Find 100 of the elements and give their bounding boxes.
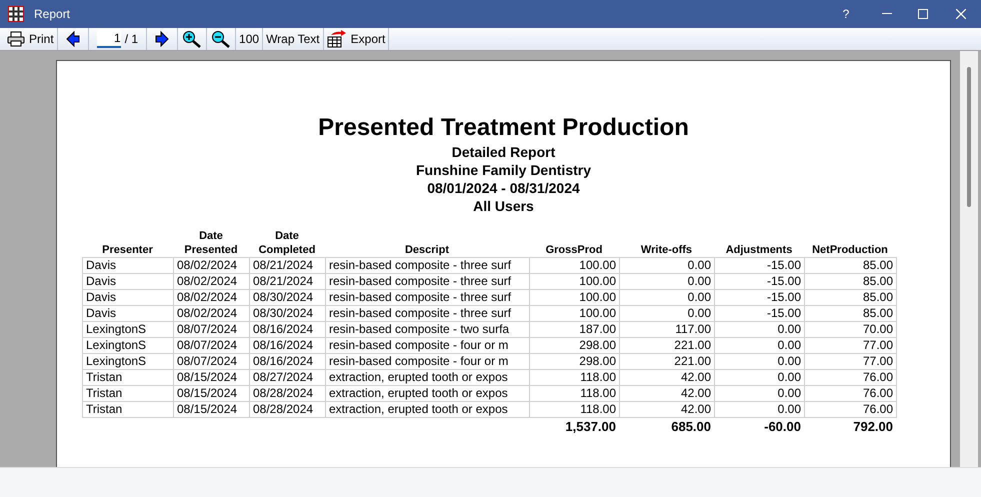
table-cell: Tristan: [83, 386, 174, 401]
table-cell: 118.00: [530, 386, 620, 401]
table-cell: 0.00: [715, 402, 805, 417]
close-icon: [956, 9, 966, 19]
table-cell: resin-based composite - four or m: [326, 354, 530, 369]
spreadsheet-export-icon: [326, 30, 347, 48]
table-cell: resin-based composite - four or m: [326, 338, 530, 353]
maximize-icon: [918, 9, 928, 19]
report-subtitle: Detailed Report: [452, 143, 556, 161]
table-cell: 117.00: [620, 322, 715, 337]
table-cell: 0.00: [715, 322, 805, 337]
table-cell: extraction, erupted tooth or expos: [326, 370, 530, 385]
table-cell: 0.00: [715, 338, 805, 353]
table-cell: Davis: [83, 258, 174, 273]
table-cell: 298.00: [530, 338, 620, 353]
column-header: Presenter: [102, 244, 153, 256]
table-cell: 298.00: [530, 354, 620, 369]
table-cell: Tristan: [83, 370, 174, 385]
report-subtitle: All Users: [473, 197, 534, 215]
table-cell: resin-based composite - three surf: [326, 306, 530, 321]
table-cell: 08/15/2024: [174, 402, 250, 417]
table-cell: 76.00: [805, 370, 897, 385]
right-arrow-icon: [155, 31, 170, 47]
zoom-in-icon: [182, 30, 202, 48]
table-cell: 0.00: [620, 258, 715, 273]
zoom-out-icon: [211, 30, 232, 48]
table-cell: -15.00: [715, 274, 805, 289]
table-cell: 08/07/2024: [174, 322, 250, 337]
table-cell: 0.00: [715, 386, 805, 401]
total-value: 685.00: [671, 419, 711, 434]
scrollbar-thumb[interactable]: [967, 67, 971, 207]
column-header: NetProduction: [812, 244, 888, 256]
table-cell: resin-based composite - three surf: [326, 258, 530, 273]
table-cell: 0.00: [620, 306, 715, 321]
table-cell: Davis: [83, 290, 174, 305]
table-cell: 08/02/2024: [174, 306, 250, 321]
table-cell: -15.00: [715, 258, 805, 273]
table-cell: 118.00: [530, 402, 620, 417]
report-subtitle: 08/01/2024 - 08/31/2024: [427, 179, 580, 197]
total-value: 792.00: [853, 419, 893, 434]
table-cell: 08/21/2024: [250, 274, 326, 289]
table-cell: 100.00: [530, 274, 620, 289]
table-cell: -15.00: [715, 306, 805, 321]
table-cell: 08/30/2024: [250, 290, 326, 305]
column-header: Write-offs: [640, 244, 692, 256]
table-cell: 08/28/2024: [250, 402, 326, 417]
table-cell: -15.00: [715, 290, 805, 305]
column-header: Adjustments: [726, 244, 792, 256]
printer-icon: [7, 31, 25, 47]
table-cell: 85.00: [805, 290, 897, 305]
table-cell: 221.00: [620, 354, 715, 369]
column-header: Descript: [404, 244, 450, 256]
column-header: Date Presented: [184, 230, 238, 256]
table-cell: LexingtonS: [83, 322, 174, 337]
table-cell: 0.00: [715, 370, 805, 385]
table-cell: 100.00: [530, 290, 620, 305]
table-cell: 85.00: [805, 274, 897, 289]
table-cell: Tristan: [83, 402, 174, 417]
table-cell: resin-based composite - two surfa: [326, 322, 530, 337]
table-cell: extraction, erupted tooth or expos: [326, 402, 530, 417]
table-cell: 08/27/2024: [250, 370, 326, 385]
table-cell: 08/28/2024: [250, 386, 326, 401]
export-button[interactable]: Export: [324, 29, 388, 49]
table-cell: 08/15/2024: [174, 386, 250, 401]
table-cell: Davis: [83, 274, 174, 289]
table-cell: 118.00: [530, 370, 620, 385]
table-cell: 76.00: [805, 402, 897, 417]
table-cell: resin-based composite - three surf: [326, 274, 530, 289]
table-cell: 08/16/2024: [250, 322, 326, 337]
table-cell: 08/30/2024: [250, 306, 326, 321]
table-cell: resin-based composite - three surf: [326, 290, 530, 305]
table-cell: 08/16/2024: [250, 354, 326, 369]
table-cell: 08/07/2024: [174, 354, 250, 369]
toolbar-button[interactable]: Wrap Text: [263, 29, 323, 49]
minimize-icon: [882, 13, 892, 15]
page-total: / 1: [124, 31, 138, 48]
table-cell: extraction, erupted tooth or expos: [326, 386, 530, 401]
table-cell: Davis: [83, 306, 174, 321]
grid-app-icon: [8, 6, 24, 22]
toolbar-button[interactable]: 100: [236, 29, 262, 49]
column-header: GrossProd: [546, 244, 602, 256]
table-cell: 42.00: [620, 386, 715, 401]
table-cell: 42.00: [620, 402, 715, 417]
table-cell: 08/07/2024: [174, 338, 250, 353]
table-cell: 08/02/2024: [174, 258, 250, 273]
report-subtitle: Funshine Family Dentistry: [416, 161, 592, 179]
table-cell: 42.00: [620, 370, 715, 385]
report-title: Presented Treatment Production: [318, 113, 689, 143]
table-cell: 08/15/2024: [174, 370, 250, 385]
table-cell: 77.00: [805, 354, 897, 369]
print-button[interactable]: Print: [4, 29, 57, 49]
table-cell: 08/16/2024: [250, 338, 326, 353]
table-cell: 100.00: [530, 306, 620, 321]
table-cell: 0.00: [620, 274, 715, 289]
page-number-field[interactable]: 1: [96, 30, 121, 48]
table-cell: 0.00: [620, 290, 715, 305]
table-cell: 100.00: [530, 258, 620, 273]
table-cell: 70.00: [805, 322, 897, 337]
help-button[interactable]: ?: [823, 0, 869, 28]
table-cell: LexingtonS: [83, 338, 174, 353]
